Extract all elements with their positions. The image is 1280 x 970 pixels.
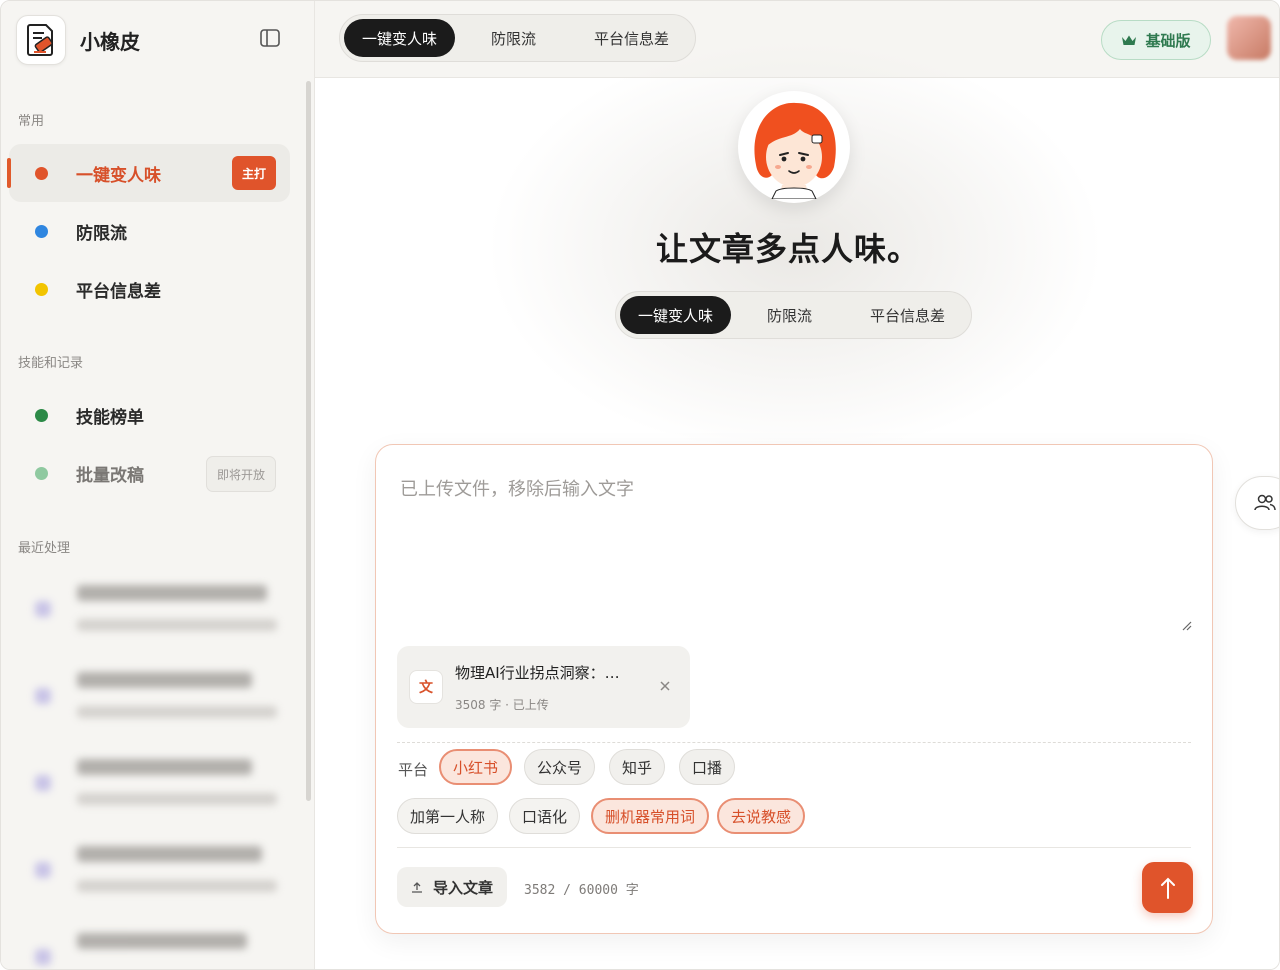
option-chip-remove-ai-words[interactable]: 删机器常用词 <box>591 798 710 834</box>
tab-anti-throttle[interactable]: 防限流 <box>455 19 572 57</box>
document-icon <box>35 949 51 965</box>
import-label: 导入文章 <box>433 878 494 897</box>
tab-humanize[interactable]: 一键变人味 <box>344 19 456 57</box>
dot-icon <box>35 166 48 180</box>
featured-badge: 主打 <box>232 156 276 190</box>
document-icon <box>35 775 51 791</box>
main-tab-group: 一键变人味 防限流 平台信息差 <box>615 291 973 339</box>
editor-card: 已上传文件，移除后输入文字 文 物理AI行业拐点洞察：… 3508 字 · 已上… <box>375 444 1213 934</box>
option-chip-colloquial[interactable]: 口语化 <box>509 798 581 834</box>
sidebar-item-anti-throttle[interactable]: 防限流 <box>9 202 290 260</box>
document-icon <box>35 601 51 617</box>
close-icon[interactable] <box>659 680 671 694</box>
mascot-avatar <box>738 91 850 203</box>
avatar[interactable] <box>1227 16 1271 60</box>
sidebar-item-label: 一键变人味 <box>76 165 161 186</box>
sidebar-item-skill-ranking[interactable]: 技能榜单 <box>9 386 290 444</box>
app-logo-icon <box>16 15 66 65</box>
sidebar-item-label: 技能榜单 <box>76 407 144 428</box>
upload-icon <box>412 882 422 893</box>
tab-humanize[interactable]: 一键变人味 <box>620 296 732 334</box>
sidebar: 小橡皮 常用 一键变人味 主打 防限流 平台信息差 技能和记录 技能榜单 批量改… <box>1 1 315 969</box>
divider <box>397 742 1191 743</box>
dot-icon <box>35 224 48 238</box>
arrow-up-icon <box>1160 877 1175 899</box>
platform-chip-xiaohongshu[interactable]: 小红书 <box>439 749 513 785</box>
uploaded-file-card: 文 物理AI行业拐点洞察：… 3508 字 · 已上传 <box>397 646 690 728</box>
recent-item[interactable] <box>31 581 281 641</box>
users-icon <box>1254 494 1276 511</box>
crown-icon <box>1122 35 1137 45</box>
section-label-skills: 技能和记录 <box>18 356 84 371</box>
community-tab[interactable] <box>1235 476 1279 530</box>
coming-soon-badge: 即将开放 <box>206 456 276 492</box>
divider <box>397 847 1191 848</box>
recent-item[interactable] <box>31 929 281 969</box>
section-label-common: 常用 <box>18 114 45 129</box>
top-tab-group: 一键变人味 防限流 平台信息差 <box>339 14 697 62</box>
file-icon: 文 <box>409 670 443 704</box>
app-window: 小橡皮 常用 一键变人味 主打 防限流 平台信息差 技能和记录 技能榜单 批量改… <box>0 0 1280 970</box>
text-input[interactable]: 已上传文件，移除后输入文字 <box>400 475 634 501</box>
file-name: 物理AI行业拐点洞察：… <box>455 664 620 682</box>
tab-anti-throttle[interactable]: 防限流 <box>731 296 848 334</box>
sidebar-item-label: 防限流 <box>76 223 127 244</box>
tab-platform-gap[interactable]: 平台信息差 <box>848 296 967 334</box>
option-chip-first-person[interactable]: 加第一人称 <box>397 798 499 834</box>
recent-item[interactable] <box>31 755 281 815</box>
mascot-face-icon <box>754 102 836 199</box>
submit-button[interactable] <box>1142 862 1193 913</box>
app-name: 小橡皮 <box>80 29 140 54</box>
file-meta: 3508 字 · 已上传 <box>455 698 549 712</box>
sidebar-item-batch-edit[interactable]: 批量改稿 即将开放 <box>9 444 290 502</box>
sidebar-scrollbar[interactable] <box>306 81 311 801</box>
platform-chip-voiceover[interactable]: 口播 <box>679 749 736 785</box>
plan-button[interactable]: 基础版 <box>1101 20 1211 60</box>
section-label-recent: 最近处理 <box>18 541 71 556</box>
platform-chip-wechat[interactable]: 公众号 <box>524 749 596 785</box>
platform-label: 平台 <box>398 761 429 779</box>
recent-item[interactable] <box>31 842 281 902</box>
word-count: 3582 / 60000 字 <box>524 883 639 898</box>
resize-handle-icon[interactable] <box>1182 621 1192 631</box>
recent-item[interactable] <box>31 668 281 728</box>
import-article-button[interactable]: 导入文章 <box>397 867 508 907</box>
platform-chip-zhihu[interactable]: 知乎 <box>609 749 666 785</box>
sidebar-item-label: 批量改稿 <box>76 465 144 486</box>
document-icon <box>35 688 51 704</box>
brand: 小橡皮 <box>16 14 140 66</box>
dot-icon <box>35 282 48 296</box>
plan-label: 基础版 <box>1145 31 1191 50</box>
main-panel: 让文章多点人味。 一键变人味 防限流 平台信息差 已上传文件，移除后输入文字 文… <box>315 38 1279 969</box>
sidebar-item-label: 平台信息差 <box>76 281 161 302</box>
dot-icon <box>35 466 48 480</box>
document-icon <box>35 862 51 878</box>
sidebar-item-platform-gap[interactable]: 平台信息差 <box>9 260 290 318</box>
option-chip-remove-preachy[interactable]: 去说教感 <box>717 798 806 834</box>
sidebar-item-humanize[interactable]: 一键变人味 主打 <box>7 144 290 202</box>
dot-icon <box>35 408 48 422</box>
sidebar-toggle-icon[interactable] <box>260 29 282 49</box>
tab-platform-gap[interactable]: 平台信息差 <box>572 19 691 57</box>
page-title: 让文章多点人味。 <box>655 230 920 268</box>
